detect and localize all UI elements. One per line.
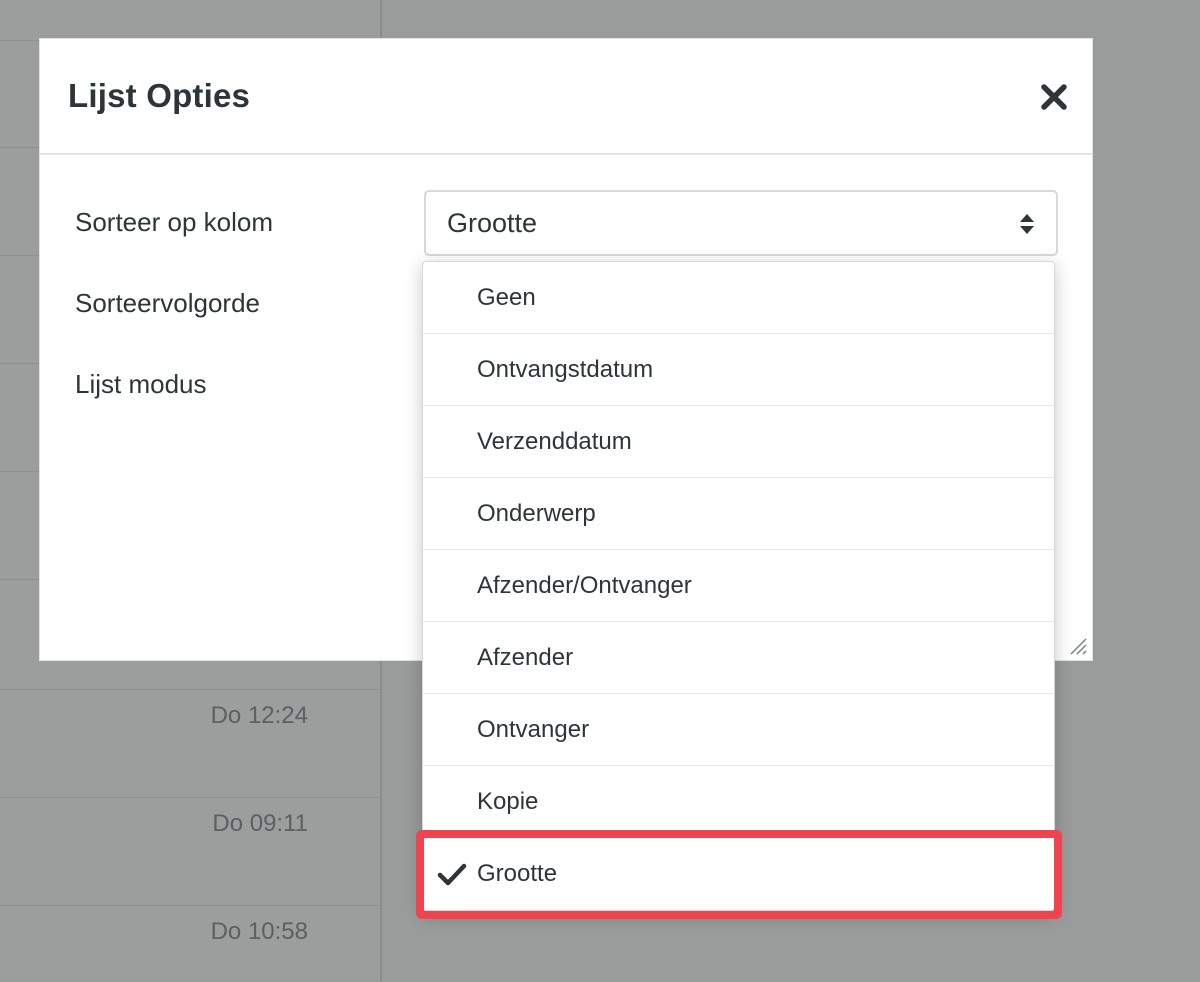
list-row: Do 12:24 [0, 689, 380, 798]
resize-grip-icon[interactable] [1067, 635, 1087, 655]
dropdown-option-onderwerp[interactable]: Onderwerp [423, 478, 1054, 550]
check-icon [437, 863, 467, 886]
dropdown-option-verzenddatum[interactable]: Verzenddatum [423, 406, 1054, 478]
sort-column-select[interactable]: Grootte [424, 190, 1058, 256]
message-time: Do 10:58 [210, 918, 308, 945]
dialog-header: Lijst Opties [40, 39, 1092, 155]
option-label: Onderwerp [477, 500, 596, 527]
option-label: Grootte [477, 860, 558, 887]
list-row: Do 10:58 [0, 905, 380, 982]
option-label: Afzender [477, 644, 574, 671]
option-label: Ontvanger [477, 716, 590, 743]
dialog-title: Lijst Opties [68, 77, 251, 114]
option-label: Verzenddatum [477, 428, 632, 455]
list-mode-label: Lijst modus [75, 369, 207, 399]
dropdown-option-afzender-ontvanger[interactable]: Afzender/Ontvanger [423, 550, 1054, 622]
updown-icon [1020, 214, 1034, 234]
close-icon [1041, 84, 1067, 110]
select-value: Grootte [447, 208, 538, 238]
message-time: Do 09:11 [212, 810, 308, 837]
sort-order-label: Sorteervolgorde [75, 288, 260, 318]
dropdown-option-ontvangstdatum[interactable]: Ontvangstdatum [423, 334, 1054, 406]
dropdown-option-ontvanger[interactable]: Ontvanger [423, 694, 1054, 766]
dropdown-option-grootte[interactable]: Grootte [423, 838, 1054, 910]
option-label: Geen [477, 284, 536, 311]
option-label: Afzender/Ontvanger [477, 572, 692, 599]
dropdown-option-geen[interactable]: Geen [423, 262, 1054, 334]
message-time: Do 12:24 [210, 702, 308, 729]
sort-column-dropdown: Geen Ontvangstdatum Verzenddatum Onderwe… [422, 261, 1055, 911]
dropdown-option-kopie[interactable]: Kopie [423, 766, 1054, 838]
option-label: Ontvangstdatum [477, 356, 654, 383]
dropdown-option-afzender[interactable]: Afzender [423, 622, 1054, 694]
list-row: Do 09:11 [0, 797, 380, 906]
close-button[interactable] [1038, 81, 1070, 113]
option-label: Kopie [477, 788, 539, 815]
sort-column-label: Sorteer op kolom [75, 207, 273, 237]
